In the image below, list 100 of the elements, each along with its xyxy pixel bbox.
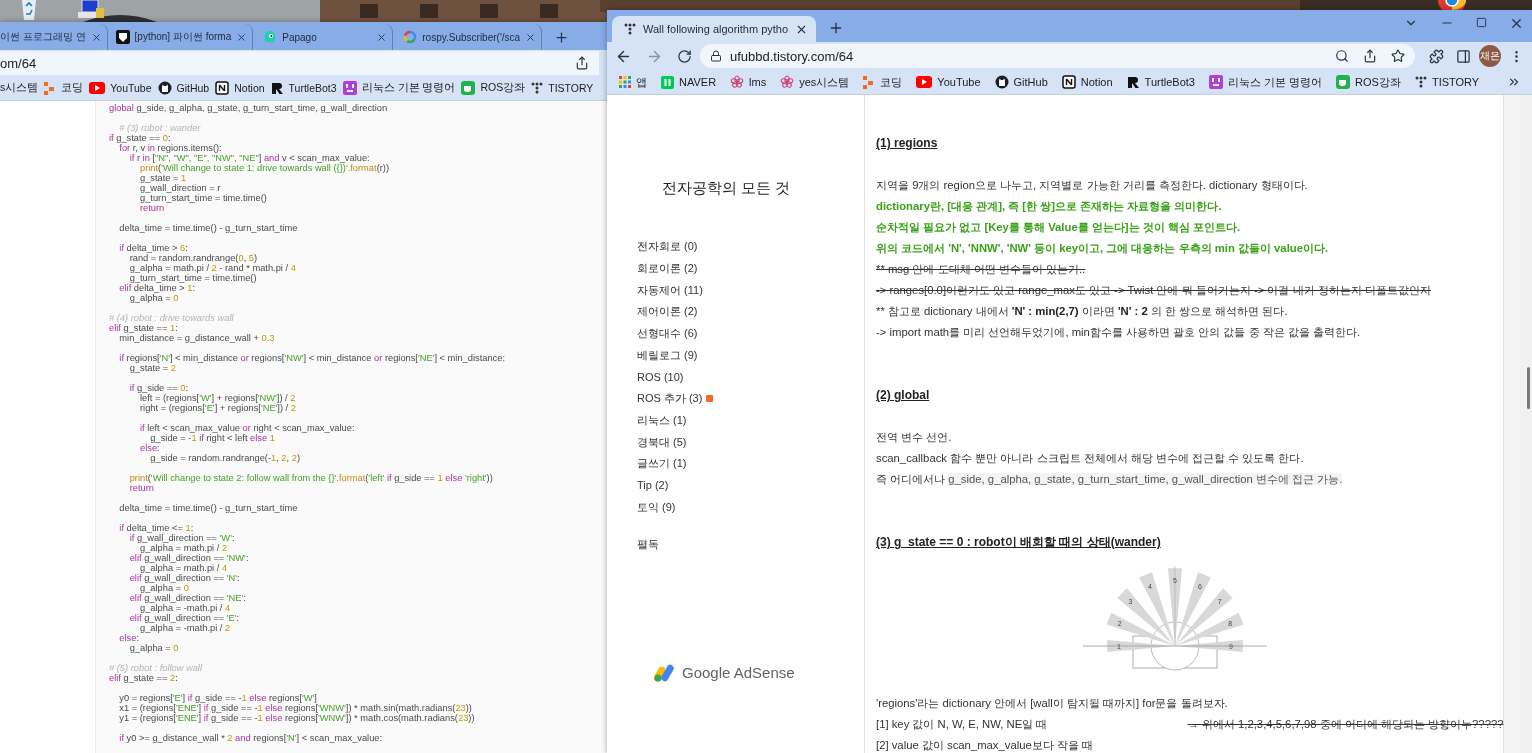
section-heading: (1) regions [876,135,939,152]
code-line: rand = random.randrange(0, 5) [128,253,258,263]
code-line: elif g_wall_direction == 'NE': [128,593,246,603]
code-line: g_wall_direction = r [139,183,221,193]
bookmark-link[interactable]: ROS강좌 [1336,74,1401,90]
category-link[interactable]: ROS (10) [637,366,864,388]
address-bar[interactable]: om/64 [0,51,599,75]
bookmark-link[interactable]: YouTube [916,76,981,88]
bookmark-link[interactable]: lms [730,75,767,89]
paragraph: [2] value 값이 scan_max_value보다 작을 때 [876,738,1095,753]
bookmark-link[interactable]: s시스템 [0,81,39,95]
bookmark-link[interactable]: 코딩 [863,74,903,90]
code-line: if g_state == 0: [109,133,171,143]
code-line: # (5) robot : follow wall [109,663,202,673]
bookmark-link[interactable]: 코딩 [44,81,84,95]
paragraph: 위의 코드에서 'N', 'NNW', 'NW' 등이 key이고, 그에 대응하는 우측의 min 값들이 value이다. [876,241,1330,256]
paragraph: 'regions'라는 dictionary 안에서 [wall이 탐지될 때까지] for문을 돌려보자. [876,696,1229,711]
paragraph: ** msg 안에 도대체 어떤 변수들이 있는거.. [876,262,1087,277]
paragraph: 즉 어디에서나 g_side, g_alpha, g_state, g_turn_start_time, g_wall_direction 변수에 접근 가능. [876,472,1344,487]
ad-label: Google AdSense [682,664,795,682]
paragraph: 순차적일 필요가 없고 [Key를 통해 Value를 얻는다]는 것이 핵심 포인트다. [876,220,1242,235]
bookmark-link[interactable]: 앱 [619,74,647,90]
category-link[interactable]: 리눅스 (1) [637,409,864,432]
code-line: elif g_wall_direction == 'E': [128,613,240,623]
paragraph: scan_callback 함수 뿐만 아니라 스크립트 전체에서 해당 변수에 접근할 수 있도록 한다. [876,451,1305,466]
category-link[interactable]: Tip (2) [637,474,864,497]
bookmark-link[interactable]: NAVER [661,75,717,89]
bookmark-link[interactable]: yes시스템 [780,74,850,90]
code-line: min_distance = g_distance_wall + 0.3 [118,333,275,343]
code-line: elif g_wall_direction == 'N': [128,573,240,583]
code-line: if delta_time > 6: [118,243,188,253]
code-line: g_turn_start_time = time.time() [139,193,267,203]
bookmark-link[interactable]: 리눅스 기본 명령어 [1208,74,1323,90]
category-link[interactable]: 토익 (9) [637,496,864,518]
profile-avatar[interactable]: 채은 [1479,45,1501,67]
bookmark-link[interactable]: Notion [215,81,265,95]
code-line: delta_time = time.time() - g_turn_start_time [118,503,298,513]
code-line: g_state = 2 [128,363,176,373]
blog-title[interactable]: 전자공학의 모든 것 [662,179,864,198]
browser-tab[interactable]: Wall following algorithm pytho [612,16,817,42]
section-heading: (3) g_state == 0 : robot이 배회할 때의 상태(wander) [876,534,1162,551]
code-line: y1 = (regions['ENE'] if g_side == -1 else regions['WNW']) * math.cos(math.radians(23)) [118,713,475,723]
code-line: g_side = -1 if right < left else 1 [149,433,275,443]
code-line: # (4) robot : drive towards wall [109,313,234,323]
address-bar[interactable]: ufubbd.tistory.com/64 [700,44,1415,68]
code-line: g_alpha = math.pi / 4 [139,563,228,573]
code-line: for r, v in regions.items(): [118,143,222,153]
code-line: print('Will change to state 2: follow wall from the {}'.format('left' if g_side == 1 else 'right')) [128,473,493,483]
sidebar-link[interactable]: 펼독 [637,536,864,552]
code-line: if y0 >= g_distance_wall * 2 and regions['N'] < scan_max_value: [118,733,383,743]
category-link[interactable]: 베릴로그 (9) [637,344,864,367]
code-line: g_alpha = -math.pi / 4 [139,603,231,613]
bookmark-link[interactable]: TISTORY [1414,76,1480,88]
bookmark-link[interactable]: GitHub [994,75,1048,89]
code-line: return [128,483,154,493]
bookmark-link[interactable]: Notion [1061,75,1113,89]
code-line: else: [118,633,139,643]
bookmark-link[interactable]: TurtleBot3 [270,81,337,95]
category-link[interactable]: 글쓰기 (1) [637,452,864,475]
bookmark-link[interactable]: 리눅스 기본 명령어 [342,81,456,95]
bookmark-link[interactable]: TISTORY [531,82,594,94]
bookmark-link[interactable]: YouTube [89,82,152,94]
category-link[interactable]: 선형대수 (6) [637,322,864,345]
code-line: global g_side, g_alpha, g_state, g_turn_start_time, g_wall_direction [109,103,388,113]
code-line: if g_wall_direction == 'W': [128,533,235,543]
code-line: if left < scan_max_value or right < scan_max_value: [139,423,355,433]
code-line: g_alpha = -math.pi / 2 [139,623,231,633]
code-line: g_alpha = 0 [139,583,189,593]
paragraph: [1] key 값이 N, W, E, NW, NE일 때 → 위에서 1,2,3,4,5,6,7,98 중에 어디에 해당되는 방향이누????? [876,717,1503,732]
category-link[interactable]: 회로이론 (2) [637,257,864,280]
code-line: return [139,203,165,213]
category-link[interactable]: 전자회로 (0) [637,236,864,258]
code-line: if r in ["N", "W", "E", "NW", "NE"] and v < scan_max_value: [128,153,370,163]
code-line: elif g_state == 1: [109,323,178,333]
paragraph: -> import math를 미리 선언해두었기에, min함수를 사용하면 괄호 안의 값들 중 작은 값을 출력한다. [876,325,1362,340]
code-line: x1 = (regions['ENE'] if g_side == -1 else regions['WNW']) * math.sin(math.radians(23)) [118,703,472,713]
code-line: g_alpha = math.pi / 2 [139,543,228,553]
code-line: elif g_wall_direction == 'NW': [128,553,249,563]
category-link[interactable]: 제어이론 (2) [637,301,864,323]
code-line: elif delta_time > 1: [118,283,196,293]
code-line: delta_time = time.time() - g_turn_start_time [118,223,298,233]
code-line: g_state = 1 [139,173,187,183]
code-line: left = (regions['W'] + regions['NW']) / 2 [139,393,296,403]
bookmark-link[interactable]: GitHub [157,81,210,95]
code-line: else: [139,443,160,453]
paragraph: dictionary란, [대응 관계], 즉 [한 쌍]으로 존재하는 자료형을 의미한다. [876,199,1223,214]
category-link[interactable]: 경북대 (5) [637,431,864,453]
code-line: g_alpha = math.pi / 2 - rand * math.pi / 4 [128,263,296,273]
code-line: g_alpha = 0 [128,293,179,303]
code-line: # (3) robot : wander [118,123,201,133]
code-line: if delta_time <= 1: [118,523,194,533]
code-line: y0 = regions['E'] if g_side == -1 else regions['W'] [118,693,317,703]
bookmark-link[interactable]: TurtleBot3 [1126,75,1195,89]
paragraph: -> ranges[0.0]이런거도 있고 range_max도 있고 -> Twist 안에 뭐 들어가는지 -> 이걸 내가 정하는지 디폴트값인지 [876,283,1432,298]
code-line: if regions['N'] < min_distance or regions['NW'] < min_distance or regions['NE'] < min_distance: [118,353,505,363]
code-line: elif g_state == 2: [109,673,178,683]
category-link[interactable]: 자동제어 (11) [637,279,864,302]
code-line: right = (regions['E'] + regions['NE']) / 2 [139,403,296,413]
category-link[interactable]: ROS 추가 (3) [637,387,864,410]
bookmark-link[interactable]: ROS강좌 [461,81,526,95]
